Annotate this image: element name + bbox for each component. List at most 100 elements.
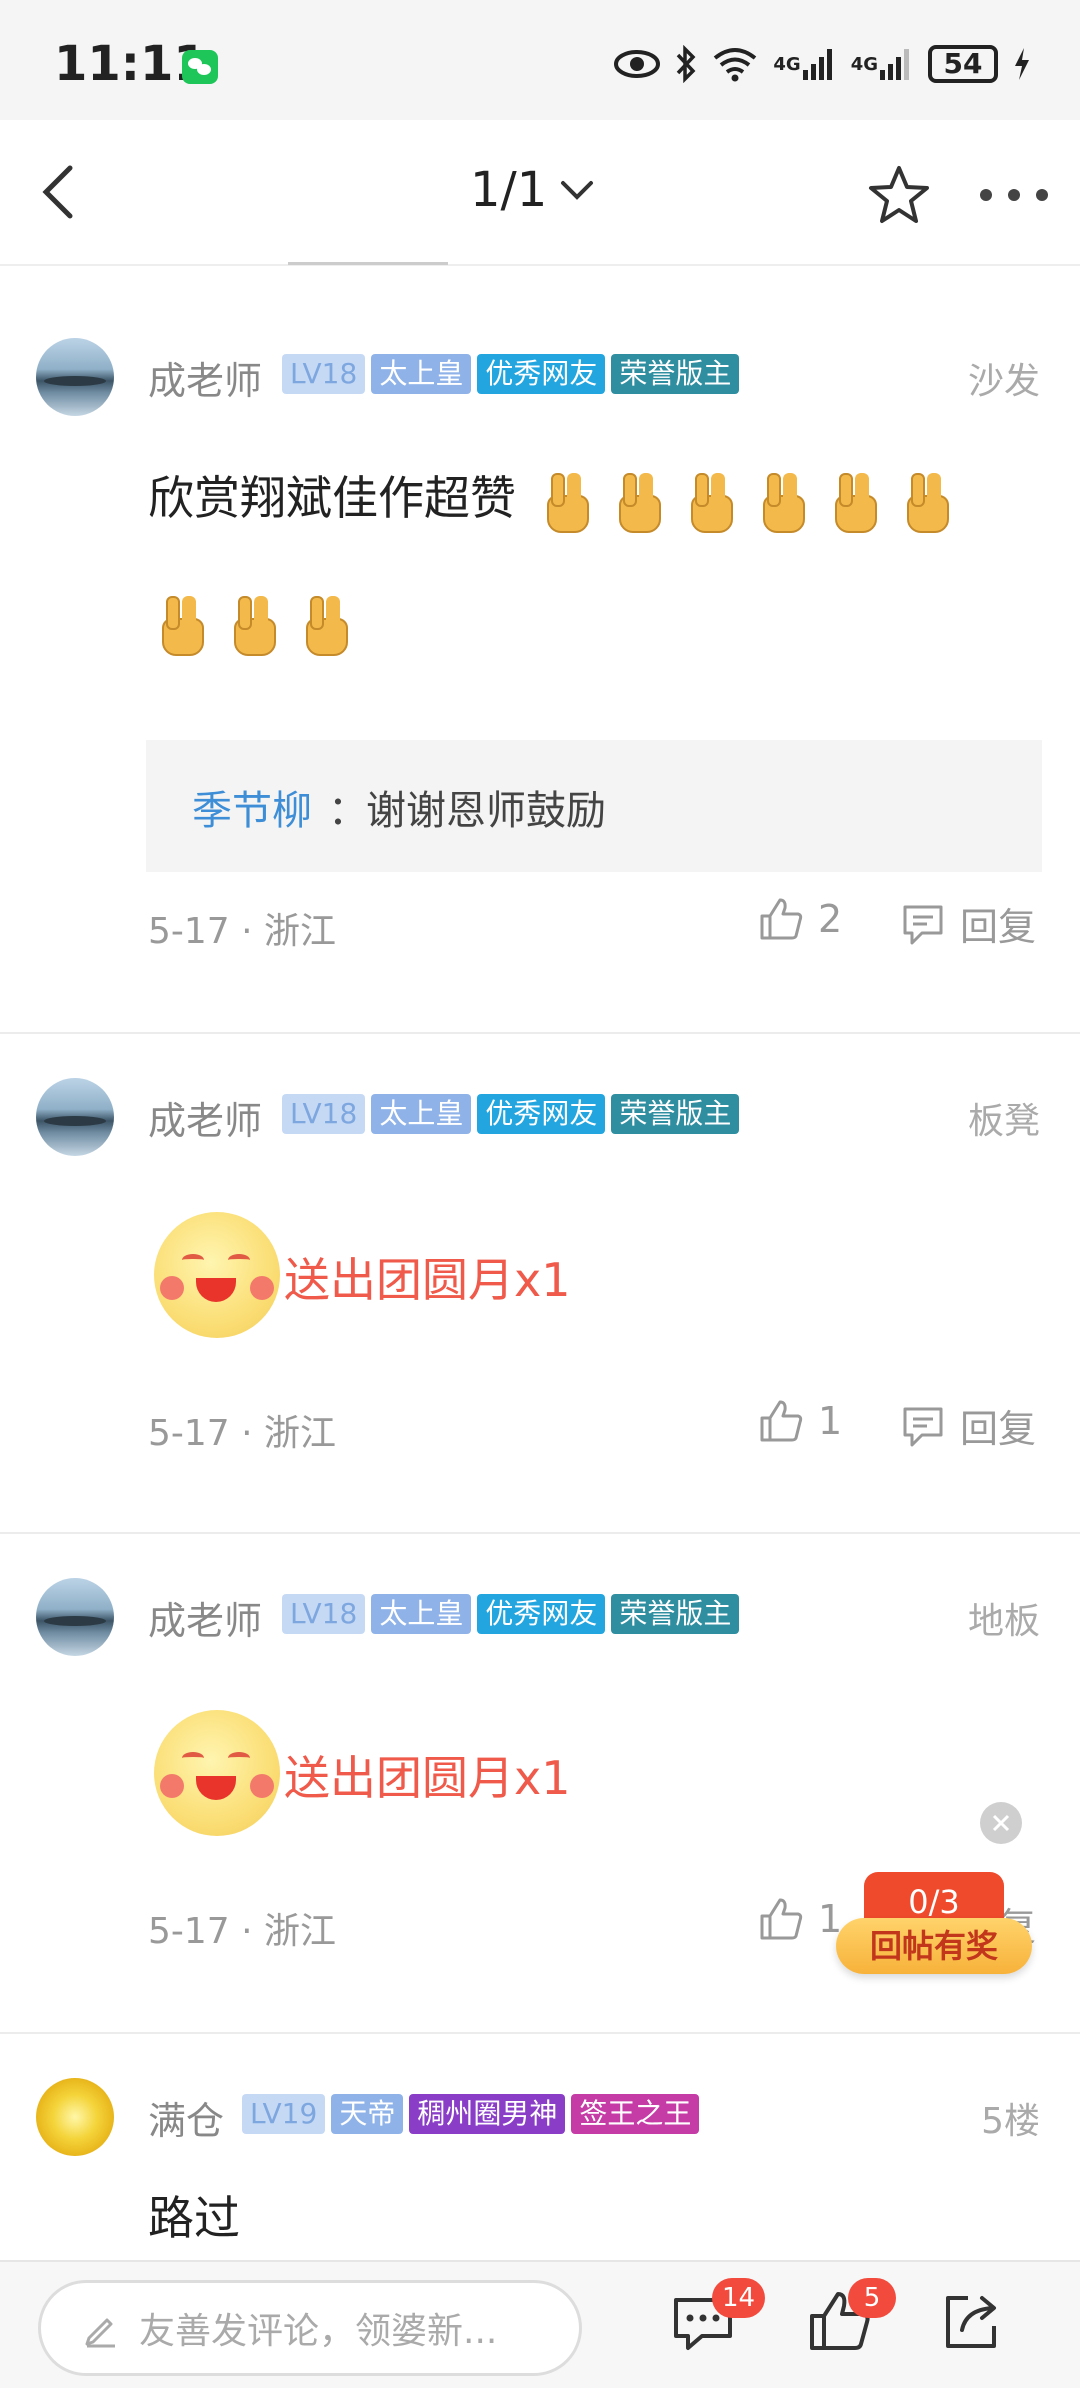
comment-count-badge: 14 [712,2278,766,2318]
back-button[interactable] [30,156,100,226]
user-badges: LV18 太上皇 优秀网友 荣誉版主 [282,354,740,394]
avatar[interactable] [36,2078,114,2156]
favorite-button[interactable] [864,160,934,230]
honor-badge: 优秀网友 [477,1594,606,1634]
charging-icon [1012,44,1032,84]
title-badge: 天帝 [331,2094,404,2134]
avatar[interactable] [36,1078,114,1156]
title-badge: 太上皇 [371,354,472,394]
comment-text: 欣赏翔斌佳作超赞 [148,462,963,533]
gift-text: 送出团圆月x1 [284,1253,571,1307]
like-button[interactable]: 1 [758,1398,842,1444]
reply-separator: ： [328,788,368,834]
victory-emoji-icon [228,594,280,656]
gift-text: 送出团圆月x1 [284,1751,571,1805]
close-reward-button[interactable] [980,1802,1022,1844]
comment-post: 满仓 LV19 天帝 稠州圈男神 签王之王 5楼 路过 [0,2034,1080,2260]
chevron-down-icon [561,181,594,200]
bottom-bar: 友善发评论，领婆新... 14 5 [0,2260,1080,2388]
status-icons: 4G 4G 54 [613,40,1032,88]
like-button[interactable]: 2 [758,896,842,942]
title-badge: 太上皇 [371,1594,472,1634]
honor-badge: 优秀网友 [477,354,606,394]
floor-label: 沙发 [967,361,1040,402]
like-count-badge: 5 [848,2278,896,2318]
reply-button[interactable]: 回复 [900,1398,1036,1453]
reply-text: 谢谢恩师鼓励 [366,788,606,834]
username[interactable]: 满仓 [148,2090,224,2145]
comment-text: 路过 [148,2191,240,2245]
username[interactable]: 成老师 [148,350,262,405]
avatar[interactable] [36,1578,114,1656]
username[interactable]: 成老师 [148,1090,262,1145]
victory-emoji-icon [901,471,953,533]
comment-post: 成老师 LV18 太上皇 优秀网友 荣誉版主 沙发 欣赏翔斌佳作超赞 季节柳 ：… [0,266,1080,1032]
post-meta: 5-17 · 浙江 [148,911,337,952]
tab-underline-inactive [288,262,448,265]
signal-icon-2: 4G [851,44,914,84]
chevron-left-icon [42,165,73,219]
username[interactable]: 成老师 [148,1590,262,1645]
comment-input[interactable]: 友善发评论，领婆新... [38,2280,582,2376]
victory-emoji-icon [156,594,208,656]
user-badges: LV18 太上皇 优秀网友 荣誉版主 [282,1594,740,1634]
level-badge: LV18 [282,1594,366,1634]
victory-emoji-icon [757,471,809,533]
victory-emoji-icon [613,471,665,533]
like-count: 1 [818,1399,843,1443]
honor-badge: 优秀网友 [477,1094,606,1134]
reply-label: 回复 [960,905,1037,949]
comment-icon [903,1407,943,1446]
share-icon [946,2296,996,2348]
title-badge: 太上皇 [371,1094,472,1134]
moon-gift-icon [154,1212,280,1338]
more-button[interactable] [976,160,1052,230]
moderator-badge: 荣誉版主 [611,354,740,394]
post-meta: 5-17 · 浙江 [148,1413,337,1454]
victory-emoji-icon [685,471,737,533]
reward-label: 回帖有奖 [836,1918,1032,1974]
close-icon [992,1814,1010,1832]
avatar[interactable] [36,338,114,416]
like-button[interactable]: 1 [758,1896,842,1942]
share-button[interactable] [936,2286,1016,2366]
comment-text-line2 [146,594,362,656]
reply-reward-widget[interactable]: 0/3 回帖有奖 [836,1872,1032,1982]
floor-label: 板凳 [967,1101,1040,1142]
reply-label: 回复 [960,1407,1037,1451]
like-post-button[interactable]: 5 [804,2278,896,2366]
floor-label: 地板 [967,1601,1040,1642]
honor-badge: 稠州圈男神 [409,2094,566,2134]
user-badges: LV19 天帝 稠州圈男神 签王之王 [242,2094,700,2134]
eye-icon [613,44,661,84]
comment-post: 成老师 LV18 太上皇 优秀网友 荣誉版主 板凳 送出团圆月x1 5-17 ·… [0,1034,1080,1532]
floor-label: 5楼 [981,2101,1040,2142]
more-dots-icon [980,189,1048,201]
comment-icon [903,905,943,944]
signal-icon-1: 4G [773,44,836,84]
victory-emoji-icon [541,471,593,533]
victory-emoji-icon [829,471,881,533]
moderator-badge: 荣誉版主 [611,1094,740,1134]
sign-badge: 签王之王 [571,2094,700,2134]
reply-author[interactable]: 季节柳 [192,778,312,836]
nested-reply[interactable]: 季节柳 ： 谢谢恩师鼓励 [146,740,1042,872]
status-bar: 11:11 4G 4G 54 [0,0,1080,120]
comment-body: 欣赏翔斌佳作超赞 [148,471,516,525]
network-type-1: 4G [773,53,801,75]
level-badge: LV18 [282,1094,366,1134]
user-badges: LV18 太上皇 优秀网友 荣誉版主 [282,1094,740,1134]
thumbs-up-icon [760,898,803,940]
moon-gift-icon [154,1710,280,1836]
level-badge: LV19 [242,2094,326,2134]
page-selector[interactable]: 1/1 [470,162,597,218]
comment-placeholder: 友善发评论，领婆新... [139,2311,498,2352]
comments-button[interactable]: 14 [668,2278,766,2366]
wifi-icon [711,44,759,84]
thumbs-up-icon [760,1898,803,1940]
battery-level: 54 [928,45,998,83]
nav-bar: 1/1 [0,120,1080,266]
post-meta: 5-17 · 浙江 [148,1911,337,1952]
level-badge: LV18 [282,354,366,394]
reply-button[interactable]: 回复 [900,896,1036,951]
